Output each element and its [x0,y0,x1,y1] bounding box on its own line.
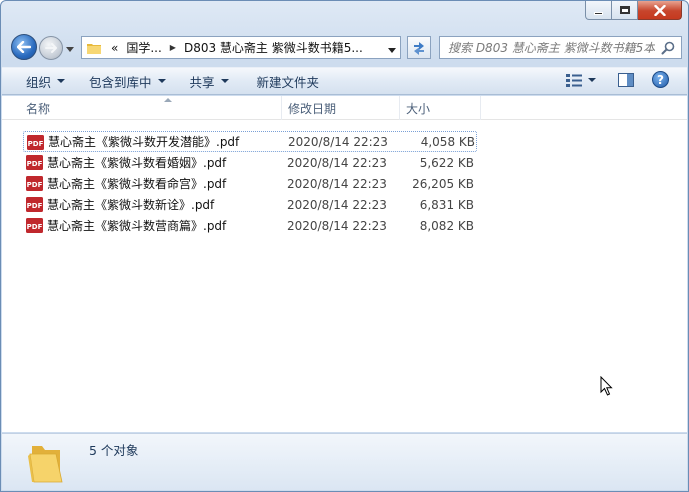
address-bar[interactable]: « 国学... ▶ D803 慧心斋主 紫微斗数书籍5... [81,36,401,59]
file-rows: PDF 慧心斋主《紫微斗数开发潜能》.pdf 2020/8/14 22:23 4… [23,131,477,236]
column-headers: 名称 修改日期 大小 [2,96,687,120]
breadcrumb-item-current[interactable]: D803 慧心斋主 紫微斗数书籍5... [184,39,363,56]
file-name: 慧心斋主《紫微斗数开发潜能》.pdf [48,135,240,149]
sort-ascending-icon [164,98,172,102]
file-date: 2020/8/14 22:23 [287,197,387,212]
file-row[interactable]: PDF 慧心斋主《紫微斗数营商篇》.pdf 2020/8/14 22:23 8,… [23,215,477,236]
pdf-file-icon: PDF [27,135,44,150]
organize-menu[interactable]: 组织 [2,68,75,94]
include-in-library-menu[interactable]: 包含到库中 [75,68,176,94]
change-view-button[interactable] [566,73,596,87]
svg-text:PDF: PDF [27,223,43,231]
pdf-file-icon: PDF [26,197,43,212]
file-name: 慧心斋主《紫微斗数营商篇》.pdf [47,219,227,233]
search-input[interactable] [440,40,655,55]
minimize-button[interactable] [585,1,612,20]
file-size: 6,831 KB [419,197,474,212]
preview-pane-icon [618,72,634,87]
breadcrumb-overflow[interactable]: « [111,41,118,55]
command-bar: 组织 包含到库中 共享 新建文件夹 ? [2,67,687,95]
file-size: 5,622 KB [419,155,474,170]
pdf-file-icon: PDF [26,218,43,233]
file-date: 2020/8/14 22:23 [287,155,387,170]
address-dropdown-button[interactable] [388,43,396,57]
column-header-date[interactable]: 修改日期 [281,96,399,120]
file-size: 26,205 KB [412,176,474,191]
chevron-down-icon [157,79,166,83]
organize-label: 组织 [26,74,52,90]
close-icon [653,4,666,16]
explorer-window: « 国学... ▶ D803 慧心斋主 紫微斗数书籍5... 搜索 D803 慧… [0,0,689,492]
maximize-icon [619,6,630,14]
include-in-library-label: 包含到库中 [89,74,152,90]
svg-text:PDF: PDF [28,140,44,148]
share-menu[interactable]: 共享 [176,68,239,94]
details-pane: 5 个对象 [2,433,687,490]
share-label: 共享 [189,74,215,90]
file-row[interactable]: PDF 慧心斋主《紫微斗数开发潜能》.pdf 2020/8/14 22:23 4… [23,131,477,152]
refresh-button[interactable] [407,36,431,59]
file-row[interactable]: PDF 慧心斋主《紫微斗数看婚姻》.pdf 2020/8/14 22:23 5,… [23,152,477,173]
folder-icon [28,446,63,483]
file-date: 2020/8/14 22:23 [288,134,388,149]
recent-pages-dropdown[interactable] [66,42,74,56]
new-folder-label: 新建文件夹 [256,74,320,90]
file-list-pane[interactable]: 名称 修改日期 大小 PDF 慧心斋主《紫微斗数开发潜能》.pdf 2020/8… [2,96,687,432]
pdf-file-icon: PDF [26,155,43,170]
new-folder-button[interactable]: 新建文件夹 [239,68,330,94]
file-row[interactable]: PDF 慧心斋主《紫微斗数看命宫》.pdf 2020/8/14 22:23 26… [23,173,477,194]
svg-text:PDF: PDF [27,181,43,189]
chevron-down-icon [57,79,66,83]
search-box [439,36,682,59]
help-button[interactable]: ? [652,71,669,88]
file-name: 慧心斋主《紫微斗数看命宫》.pdf [47,177,227,191]
column-header-size[interactable]: 大小 [399,96,481,120]
file-date: 2020/8/14 22:23 [287,218,387,233]
file-date: 2020/8/14 22:23 [287,176,387,191]
column-header-size-label: 大小 [406,101,431,116]
file-row[interactable]: PDF 慧心斋主《紫微斗数新诠》.pdf 2020/8/14 22:23 6,8… [23,194,477,215]
column-header-name[interactable]: 名称 [20,96,281,120]
mouse-pointer-icon [600,376,613,396]
close-button[interactable] [638,1,682,20]
help-icon: ? [652,71,669,88]
chevron-down-icon [220,79,229,83]
arrow-right-icon [45,43,57,53]
folder-icon [87,43,101,54]
refresh-icon [414,41,424,55]
view-options-icon [566,73,582,87]
breadcrumb: « 国学... ▶ D803 慧心斋主 紫微斗数书籍5... [107,39,367,56]
column-header-date-label: 修改日期 [288,101,337,116]
column-header-name-label: 名称 [26,101,51,116]
navigation-bar: « 国学... ▶ D803 慧心斋主 紫微斗数书籍5... [9,33,682,61]
svg-text:PDF: PDF [27,202,43,210]
item-count: 5 个对象 [89,443,139,458]
toolbar-right: ? [552,71,669,88]
pdf-file-icon: PDF [26,176,43,191]
preview-pane-button[interactable] [618,72,634,87]
back-button[interactable] [11,34,37,60]
breadcrumb-item-guoxue[interactable]: 国学... [126,39,161,56]
caption-buttons [585,1,682,21]
breadcrumb-separator[interactable]: ▶ [170,43,176,52]
file-name: 慧心斋主《紫微斗数新诠》.pdf [47,198,215,212]
forward-button[interactable] [39,36,63,60]
arrow-left-icon [17,41,31,53]
file-size: 4,058 KB [420,134,475,149]
file-name: 慧心斋主《紫微斗数看婚姻》.pdf [47,156,227,170]
search-icon[interactable] [661,41,675,55]
chevron-down-icon [588,77,596,82]
svg-text:PDF: PDF [27,160,43,168]
chevron-down-icon [388,48,396,53]
minimize-icon [594,11,603,15]
file-size: 8,082 KB [419,218,474,233]
chevron-down-icon [66,47,74,52]
maximize-button[interactable] [612,1,638,20]
